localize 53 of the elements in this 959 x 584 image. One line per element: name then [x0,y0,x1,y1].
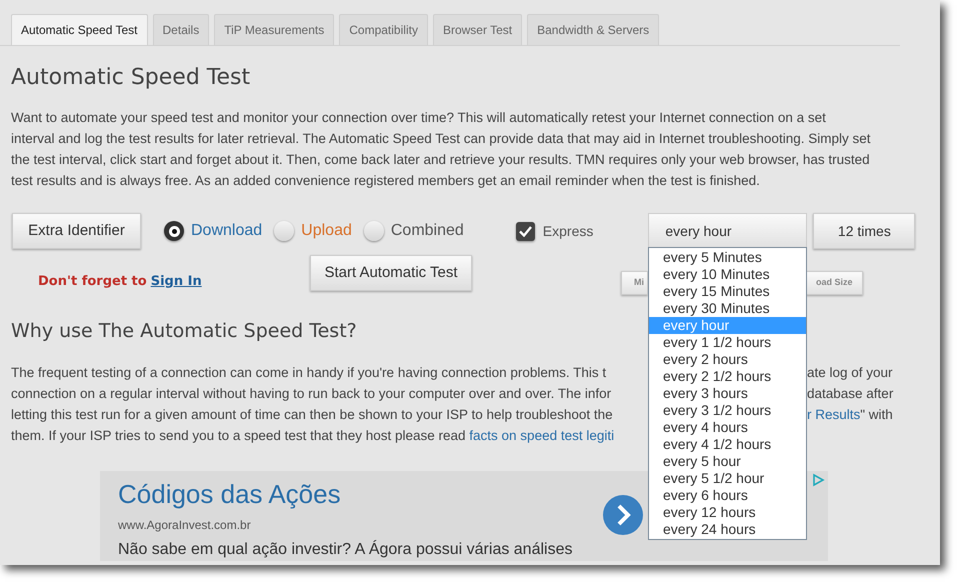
sign-in-link[interactable]: Sign In [150,272,202,292]
page-title: Automatic Speed Test [11,64,252,92]
dropdown-option[interactable]: every 12 hours [649,504,806,521]
text-link[interactable]: r Results [807,406,860,422]
dropdown-option[interactable]: every 1 1/2 hours [649,334,806,351]
express-checkbox[interactable] [516,222,535,240]
radio-label: Combined [390,221,464,241]
paragraph-text: connection on a regular interval without having to run back to your computer over and over. The infor [11,386,612,400]
radio-button[interactable] [274,221,294,241]
dropdown-option[interactable]: every 4 hours [649,419,806,436]
dropdown-option[interactable]: every 3 hours [649,385,806,402]
tab[interactable]: Browser Test [432,14,522,45]
dropdown-option[interactable]: every 5 hour [649,453,806,470]
dropdown-option[interactable]: every 5 1/2 hour [649,470,806,487]
sign-in-prompt: Don't forget to [38,273,147,291]
arrow-button-icon[interactable] [603,494,643,534]
paragraph-text: The frequent testing of a connection can come in handy if you're having connection problems. This t [11,364,606,380]
ad-title[interactable]: Códigos das Ações [118,474,341,514]
ad-text: Não sabe em qual ação investir? A Ágora possui várias análises [118,539,572,560]
section-heading: Why use The Automatic Speed Test? [11,319,357,344]
tab[interactable]: Compatibility [339,14,428,45]
dropdown-option[interactable]: every 15 Minutes [649,283,806,300]
interval-select[interactable]: every hour [648,212,808,250]
count-button[interactable]: 12 times [813,213,916,249]
intro-paragraph: Want to automate your speed test and monitor your connection over time? This will automatically retest your Internet connection on a set interval and log the test results for later retrieval. The Automatic Speed Test can provide data that may aid in Internet troubleshooting. Simply set the test interval, click start and forget about it. Then, come back later and retrieve your results. TMN requires only your web browser, has trusted test results and is always free. As an added convenience registered members get an email reminder when the test is finished. [11,109,871,190]
text-link[interactable]: facts on speed test legiti [469,428,614,442]
dropdown-option[interactable]: every 5 Minutes [649,249,806,266]
dropdown-option[interactable]: every 3 1/2 hours [649,402,806,419]
dropdown-option[interactable]: every 2 hours [649,351,806,368]
tab[interactable]: Details [152,14,210,45]
dropdown-option[interactable]: every 24 hours [649,521,806,538]
dropdown-option[interactable]: every 2 1/2 hours [649,368,806,385]
paragraph-text: ate log of your [807,364,893,380]
radio-button[interactable] [364,221,384,241]
dropdown-option[interactable]: every 30 Minutes [649,300,806,317]
extra-identifier-button[interactable]: Extra Identifier [12,213,141,249]
ad-url: www.AgoraInvest.com.br [118,516,251,534]
dropdown-option[interactable]: every 10 Minutes [649,266,806,283]
radio-button[interactable] [164,221,184,241]
paragraph-text: database after [807,386,894,400]
tab[interactable]: Automatic Speed Test [11,14,148,45]
start-test-button[interactable]: Start Automatic Test [310,255,472,291]
paragraph-text: them. If your ISP tries to send you to a speed test that they host please read [11,428,467,442]
dropdown-option[interactable]: every 4 1/2 hours [649,436,806,453]
check-icon [518,226,532,236]
paragraph-text: letting this test run for a given amount of time can then be shown to your ISP to help troubleshoot the [11,406,613,422]
radio-label: Download [191,221,262,241]
tab[interactable]: Bandwidth & Servers [527,14,660,45]
express-label: Express [542,222,594,241]
radio-label: Upload [301,221,352,241]
dropdown-option[interactable]: every 6 hours [649,487,806,504]
tab[interactable]: TiP Measurements [214,14,334,45]
paragraph-text: " with [860,406,893,422]
